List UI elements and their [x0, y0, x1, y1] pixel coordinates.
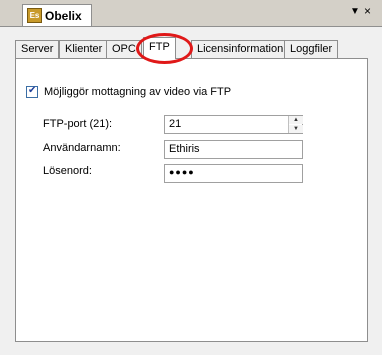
close-icon[interactable]: × — [364, 4, 371, 18]
window-menu-dropdown-icon[interactable]: ▼ — [350, 6, 360, 17]
tab-opc[interactable]: OPC — [106, 40, 142, 58]
tab-loggfiler[interactable]: Loggfiler — [284, 40, 339, 58]
username-input[interactable]: Ethiris — [164, 140, 303, 159]
enable-ftp-checkbox[interactable]: ✔ — [26, 85, 38, 98]
password-label: Lösenord: — [43, 165, 92, 177]
app-icon: Es — [27, 8, 42, 23]
tab-klienter[interactable]: Klienter — [59, 40, 109, 58]
document-tab[interactable]: Es Obelix — [22, 4, 92, 26]
window-title: Obelix — [45, 9, 82, 23]
ftp-port-label: FTP-port (21): — [43, 118, 113, 130]
password-input[interactable]: ●●●● — [164, 164, 303, 183]
ftp-port-input[interactable]: 21 — [164, 115, 303, 134]
tab-ftp[interactable]: FTP — [143, 37, 176, 59]
ftp-settings-panel — [15, 58, 368, 342]
username-label: Användarnamn: — [43, 142, 121, 154]
spin-down-icon[interactable]: ▼ — [289, 125, 303, 133]
spin-up-icon[interactable]: ▲ — [289, 116, 303, 124]
ftp-port-spinner: ▲ ▼ — [288, 116, 303, 133]
checkmark-icon: ✔ — [28, 85, 37, 96]
title-bar: Es Obelix ▼ × — [0, 0, 382, 27]
tab-server[interactable]: Server — [15, 40, 60, 58]
tab-licensinformation[interactable]: Licensinformation — [191, 40, 290, 58]
enable-ftp-label: Möjliggör mottagning av video via FTP — [44, 86, 232, 98]
